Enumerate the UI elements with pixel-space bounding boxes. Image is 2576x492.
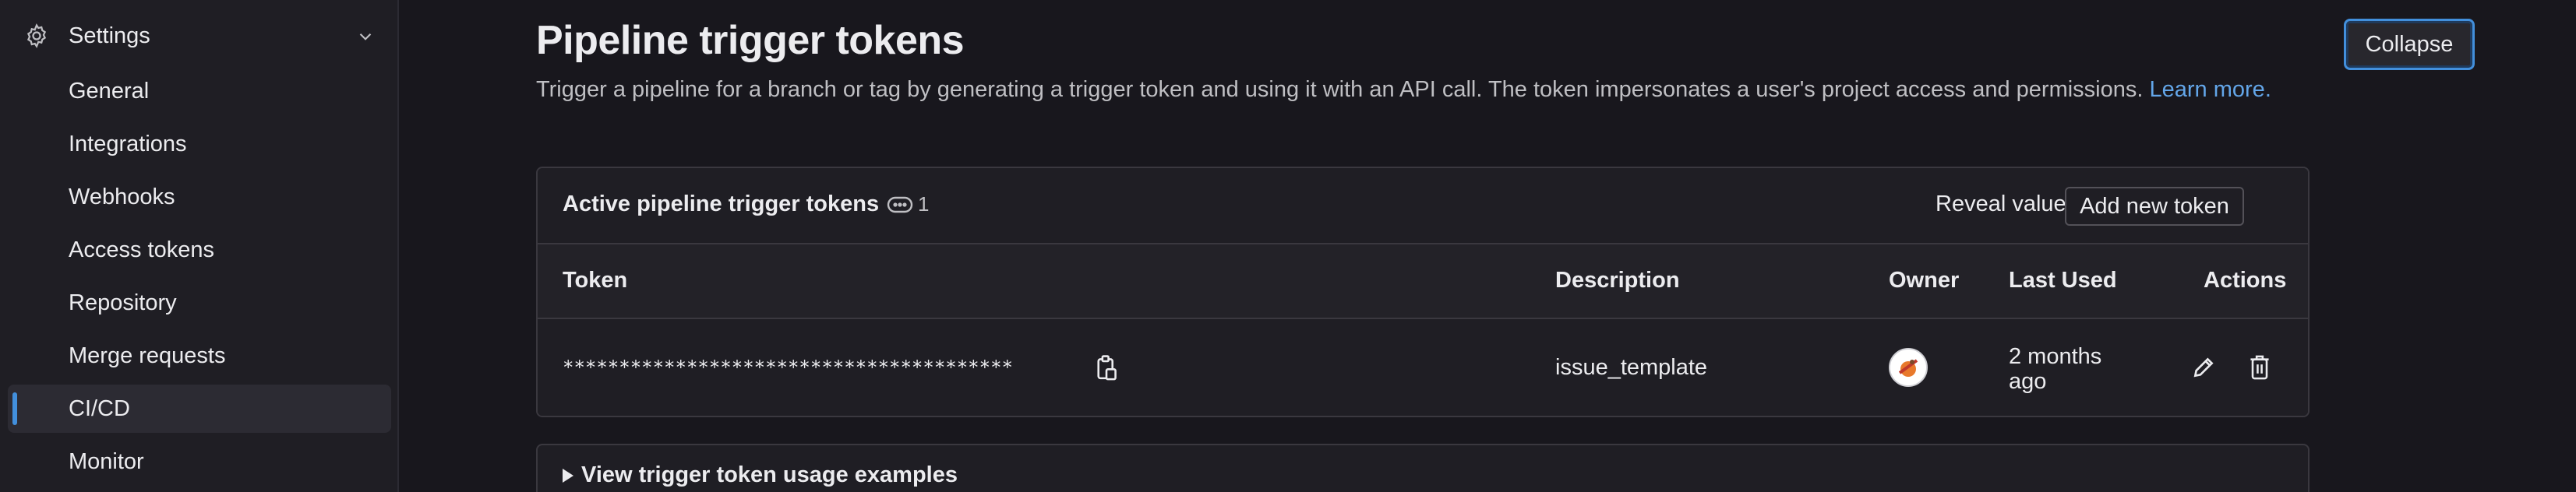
sidebar-section-settings[interactable]: Settings <box>0 14 399 58</box>
sidebar-item-integrations[interactable]: Integrations <box>8 120 391 168</box>
column-header-actions: Actions <box>2204 268 2287 293</box>
column-header-token: Token <box>563 268 628 293</box>
sidebar-item-merge-requests[interactable]: Merge requests <box>8 332 391 380</box>
column-header-description: Description <box>1555 268 1680 293</box>
gear-icon <box>26 23 47 48</box>
page-title: Pipeline trigger tokens <box>536 18 965 63</box>
sidebar-settings-label: Settings <box>69 23 150 48</box>
usage-examples-toggle[interactable]: View trigger token usage examples <box>536 444 2310 492</box>
description-text: Trigger a pipeline for a branch or tag b… <box>536 77 2144 102</box>
section-description: Trigger a pipeline for a branch or tag b… <box>536 73 2297 106</box>
pencil-icon[interactable] <box>2191 355 2216 380</box>
token-description: issue_template <box>1555 355 1708 380</box>
caret-right-icon <box>563 469 573 483</box>
add-new-token-button[interactable]: Add new token <box>2065 187 2244 226</box>
token-count-icon <box>887 196 913 213</box>
chevron-down-icon <box>359 33 372 40</box>
app-root: Settings General Integrations Webhooks A… <box>0 0 2576 492</box>
learn-more-link[interactable]: Learn more. <box>2150 77 2271 102</box>
collapse-button[interactable]: Collapse <box>2344 19 2475 70</box>
avatar[interactable] <box>1889 348 1928 387</box>
column-header-last-used: Last Used <box>2009 268 2117 293</box>
reveal-values-button[interactable]: Reveal values <box>1936 192 2077 217</box>
sidebar-item-general[interactable]: General <box>8 67 391 115</box>
sidebar-item-access-tokens[interactable]: Access tokens <box>8 226 391 274</box>
sidebar-item-webhooks[interactable]: Webhooks <box>8 173 391 221</box>
copy-icon[interactable] <box>1094 354 1119 382</box>
last-used-value: 2 months ago <box>2009 344 2102 394</box>
sidebar-item-monitor[interactable]: Monitor <box>8 438 391 486</box>
table-header: Token Description Owner Last Used Action… <box>538 244 2308 319</box>
settings-sidebar: Settings General Integrations Webhooks A… <box>0 0 399 492</box>
table-row: ****************************************… <box>538 319 2308 416</box>
active-tokens-card: Active pipeline trigger tokens 1 Reveal … <box>536 167 2310 417</box>
token-value: **************************************** <box>563 357 1013 378</box>
usage-examples-label: View trigger token usage examples <box>581 462 958 487</box>
column-header-owner: Owner <box>1889 268 1960 293</box>
token-count-badge: 1 <box>918 192 930 216</box>
trash-icon[interactable] <box>2247 353 2272 381</box>
sidebar-item-repository[interactable]: Repository <box>8 279 391 327</box>
card-header: Active pipeline trigger tokens 1 Reveal … <box>538 168 2308 244</box>
card-title: Active pipeline trigger tokens <box>563 192 880 216</box>
owner-avatar-icon <box>1890 350 1926 385</box>
sidebar-item-ci-cd[interactable]: CI/CD <box>8 385 391 433</box>
